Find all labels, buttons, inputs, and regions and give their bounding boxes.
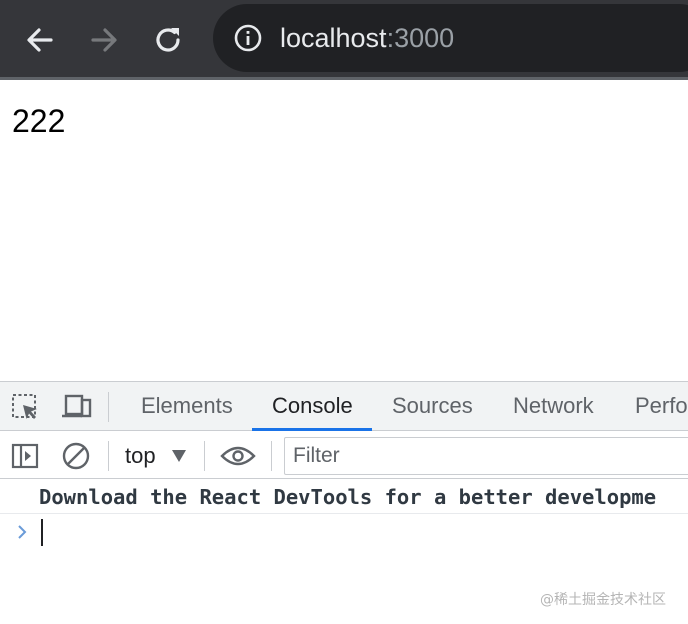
url-port: :3000 (386, 23, 455, 53)
tabs-separator (108, 392, 109, 422)
page-content-text: 222 (12, 103, 66, 139)
clear-icon (62, 442, 90, 470)
inspect-icon (12, 394, 37, 419)
info-icon (234, 24, 262, 52)
live-expression-button[interactable] (218, 440, 258, 472)
back-button[interactable] (20, 20, 60, 60)
chevron-right-icon (14, 520, 30, 544)
tab-performance[interactable]: Perfo (635, 382, 688, 431)
reload-button[interactable] (148, 20, 188, 60)
arrow-right-icon (91, 28, 117, 52)
eye-icon (220, 446, 256, 466)
tab-sources[interactable]: Sources (392, 382, 473, 431)
device-icon (62, 394, 92, 418)
toolbar-divider (0, 77, 688, 80)
console-toolbar-separator (204, 441, 205, 471)
console-toolbar-separator (108, 441, 109, 471)
tab-network[interactable]: Network (513, 382, 594, 431)
console-toolbar-separator (271, 441, 272, 471)
tab-console[interactable]: Console (272, 382, 353, 431)
chevron-down-icon[interactable] (172, 450, 186, 462)
watermark: @稀土掘金技术社区 (540, 592, 666, 608)
clear-console-button[interactable] (58, 438, 94, 474)
reload-icon (156, 28, 180, 52)
url-text[interactable]: localhost:3000 (280, 20, 454, 56)
console-prompt-caret[interactable] (41, 519, 43, 546)
console-sidebar-button[interactable] (8, 440, 42, 472)
console-message-text: Download the React DevTools for a better… (39, 485, 657, 509)
url-host: localhost (280, 23, 387, 53)
sidebar-icon (11, 443, 39, 469)
device-toolbar-button[interactable] (58, 390, 94, 424)
arrow-left-icon (27, 28, 53, 52)
filter-input[interactable] (284, 437, 688, 475)
forward-button[interactable] (84, 20, 124, 60)
site-info-button[interactable] (232, 22, 264, 54)
context-selector[interactable]: top (125, 440, 156, 472)
inspect-element-button[interactable] (8, 390, 42, 424)
tab-elements[interactable]: Elements (141, 382, 233, 431)
